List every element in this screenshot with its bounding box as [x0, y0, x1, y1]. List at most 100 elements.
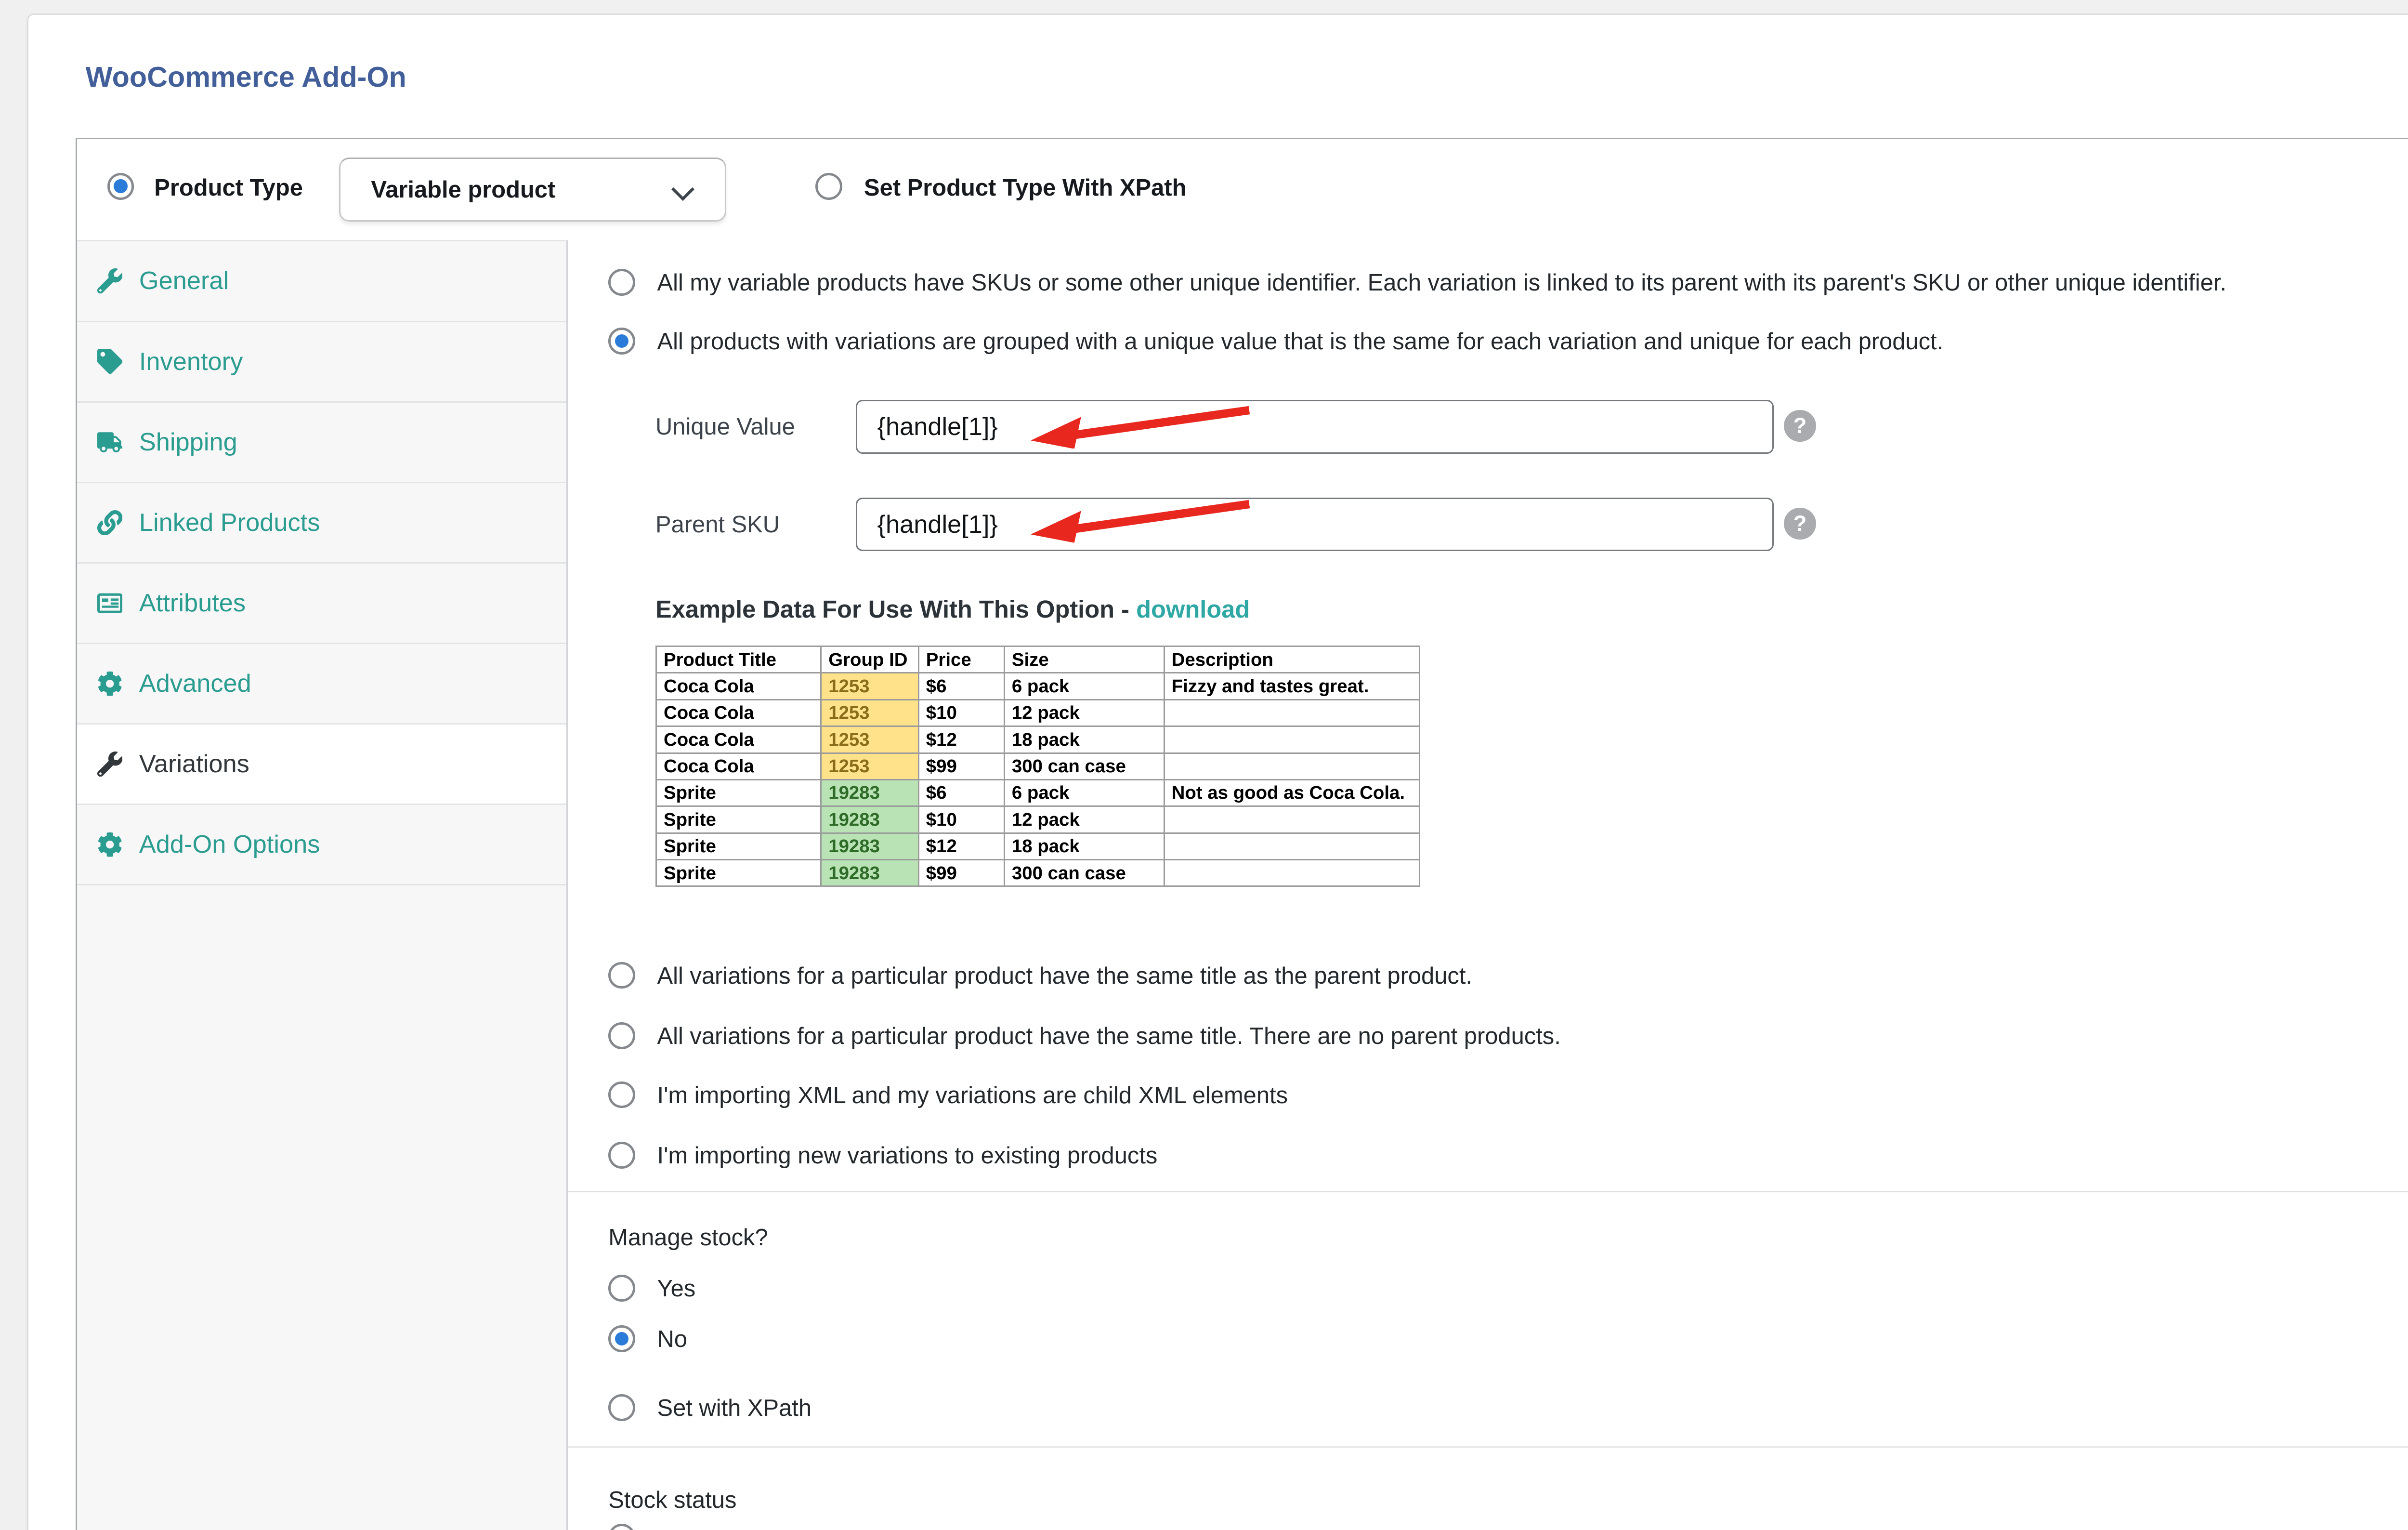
- cell: 6 pack: [1004, 673, 1164, 699]
- sidebar-item-general[interactable]: General: [77, 241, 567, 322]
- radio-button[interactable]: [608, 1082, 635, 1108]
- sidebar-item-label: Add-On Options: [139, 830, 320, 859]
- cell: [1164, 753, 1420, 779]
- manage-stock-xpath[interactable]: Set with XPath: [608, 1394, 811, 1423]
- cell: Sprite: [656, 779, 821, 806]
- sidebar-item-label: Inventory: [139, 347, 243, 376]
- cell: Sprite: [656, 860, 821, 886]
- col-header: Price: [918, 646, 1004, 673]
- sidebar-item-label: Attributes: [139, 589, 246, 618]
- sidebar-item-label: Advanced: [139, 669, 251, 698]
- grouping-option-label: All my variable products have SKUs or so…: [657, 269, 2226, 297]
- sidebar-item-variations[interactable]: Variations: [77, 725, 567, 805]
- cell: Coca Cola: [656, 673, 821, 699]
- col-header: Size: [1004, 646, 1164, 673]
- grouping-option-sku[interactable]: All my variable products have SKUs or so…: [608, 269, 2226, 297]
- cell: $6: [918, 779, 1004, 806]
- radio-button[interactable]: [608, 269, 635, 296]
- product-type-radio[interactable]: [107, 173, 134, 200]
- cell: $10: [918, 699, 1004, 726]
- col-header: Description: [1164, 646, 1420, 673]
- gear-icon: [97, 832, 122, 857]
- product-type-select[interactable]: Variable product: [339, 158, 726, 222]
- radio-button[interactable]: [608, 1275, 635, 1302]
- variation-title-option-2[interactable]: All variations for a particular product …: [608, 1022, 1561, 1051]
- sidebar-item-attributes[interactable]: Attributes: [77, 564, 567, 644]
- cell: Sprite: [656, 806, 821, 833]
- sidebar-item-shipping[interactable]: Shipping: [77, 403, 567, 483]
- variation-title-option-1[interactable]: All variations for a particular product …: [608, 962, 1472, 990]
- manage-stock-option-label: Set with XPath: [657, 1394, 811, 1423]
- product-type-label: Product Type: [154, 174, 303, 201]
- screenshot-root: WooCommerce Add-On Product Type Variable…: [0, 0, 2408, 1530]
- sidebar-item-label: Variations: [139, 750, 249, 778]
- wrench-icon: [97, 752, 122, 777]
- table-row: Sprite 19283 $6 6 pack Not as good as Co…: [656, 779, 1420, 806]
- table-row: Coca Cola 1253 $10 12 pack: [656, 699, 1420, 726]
- variation-title-option-3[interactable]: I'm importing XML and my variations are …: [608, 1082, 1288, 1110]
- cell: Fizzy and tastes great.: [1164, 673, 1420, 699]
- cell: Coca Cola: [656, 753, 821, 779]
- cell: 18 pack: [1004, 726, 1164, 753]
- cell: [1164, 833, 1420, 859]
- panel-title: WooCommerce Add-On: [86, 60, 406, 93]
- chevron-down-icon: [671, 178, 694, 201]
- example-heading-dash: -: [1114, 595, 1136, 623]
- tag-icon: [97, 349, 122, 374]
- help-icon[interactable]: ?: [1784, 410, 1816, 442]
- cell: [1164, 806, 1420, 833]
- sidebar-item-addon-options[interactable]: Add-On Options: [77, 805, 567, 885]
- cell: 19283: [821, 806, 919, 833]
- sidebar-item-label: Shipping: [139, 428, 237, 457]
- manage-stock-option-label: No: [657, 1325, 687, 1354]
- woocommerce-addon-panel: WooCommerce Add-On Product Type Variable…: [27, 13, 2408, 1530]
- radio-button[interactable]: [608, 1394, 635, 1421]
- unique-value-label: Unique Value: [655, 413, 795, 440]
- cell: 1253: [821, 699, 919, 726]
- cell: $12: [918, 833, 1004, 859]
- table-row: Coca Cola 1253 $12 18 pack: [656, 726, 1420, 753]
- unique-value-input[interactable]: [856, 400, 1774, 454]
- cell: 1253: [821, 673, 919, 699]
- radio-button[interactable]: [608, 962, 635, 989]
- cell: 300 can case: [1004, 860, 1164, 886]
- parent-sku-label: Parent SKU: [655, 511, 780, 538]
- grouping-option-unique-value[interactable]: All products with variations are grouped…: [608, 328, 1943, 356]
- stock-status-radio[interactable]: [608, 1524, 635, 1530]
- grouping-option-label: All products with variations are grouped…: [657, 328, 1943, 356]
- settings-box: Product Type Variable product Set Produc…: [76, 138, 2408, 1530]
- cell: 12 pack: [1004, 699, 1164, 726]
- cell: $10: [918, 806, 1004, 833]
- cell: 19283: [821, 833, 919, 859]
- cell: 19283: [821, 860, 919, 886]
- col-header: Group ID: [821, 646, 919, 673]
- variation-option-label: I'm importing XML and my variations are …: [657, 1082, 1288, 1110]
- attributes-card-icon: [97, 591, 122, 616]
- example-data-heading: Example Data For Use With This Option - …: [655, 595, 1250, 623]
- section-divider: [568, 1446, 2408, 1448]
- manage-stock-no[interactable]: No: [608, 1325, 687, 1354]
- radio-button[interactable]: [608, 1325, 635, 1352]
- sidebar-item-advanced[interactable]: Advanced: [77, 644, 567, 725]
- table-row: Sprite 19283 $99 300 can case: [656, 860, 1420, 886]
- variation-title-option-4[interactable]: I'm importing new variations to existing…: [608, 1142, 1157, 1170]
- sidebar-item-linked-products[interactable]: Linked Products: [77, 483, 567, 564]
- radio-button[interactable]: [608, 1142, 635, 1169]
- help-icon[interactable]: ?: [1784, 508, 1816, 540]
- variation-option-label: All variations for a particular product …: [657, 1022, 1560, 1051]
- cell: Coca Cola: [656, 699, 821, 726]
- sidebar-item-inventory[interactable]: Inventory: [77, 322, 567, 403]
- cell: 18 pack: [1004, 833, 1164, 859]
- cell: Coca Cola: [656, 726, 821, 753]
- parent-sku-input[interactable]: [856, 498, 1774, 552]
- set-product-type-xpath-radio[interactable]: [815, 173, 842, 200]
- truck-icon: [97, 430, 122, 455]
- manage-stock-yes[interactable]: Yes: [608, 1275, 695, 1303]
- download-link[interactable]: download: [1136, 595, 1250, 623]
- stock-status-label: Stock status: [608, 1487, 736, 1514]
- radio-button[interactable]: [608, 1022, 635, 1049]
- radio-button[interactable]: [608, 328, 635, 355]
- sidebar-item-label: General: [139, 266, 229, 295]
- variation-option-label: I'm importing new variations to existing…: [657, 1142, 1157, 1170]
- cell: $99: [918, 753, 1004, 779]
